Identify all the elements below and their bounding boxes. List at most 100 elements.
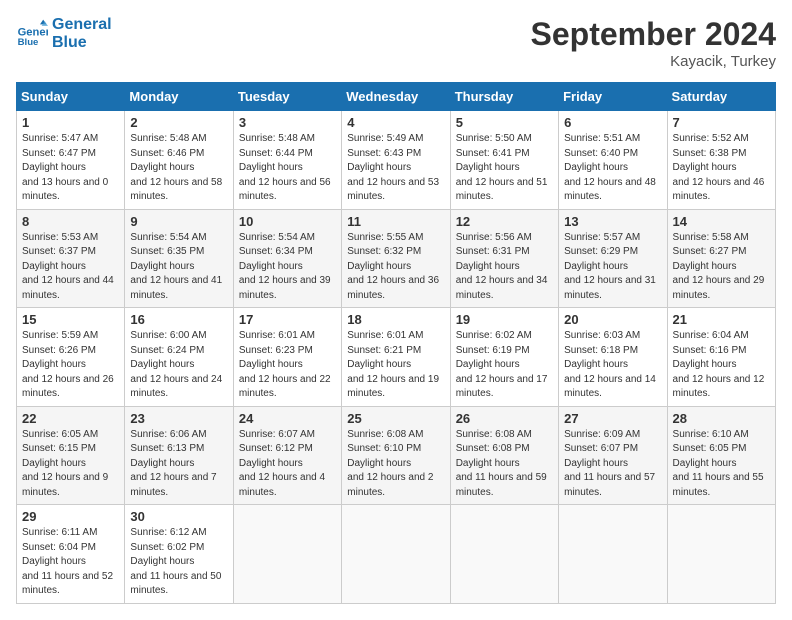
day-info: Sunrise: 6:09 AM Sunset: 6:07 PM Dayligh… bbox=[564, 428, 661, 501]
day-info: Sunrise: 6:00 AM Sunset: 6:24 PM Dayligh… bbox=[130, 329, 227, 402]
day-number: 30 bbox=[130, 509, 227, 524]
title-block: September 2024 Kayacik, Turkey bbox=[531, 16, 776, 70]
day-info: Sunrise: 5:48 AM Sunset: 6:46 PM Dayligh… bbox=[130, 132, 227, 205]
calendar-cell bbox=[559, 505, 667, 604]
day-number: 16 bbox=[130, 312, 227, 327]
day-info: Sunrise: 5:49 AM Sunset: 6:43 PM Dayligh… bbox=[347, 132, 444, 205]
calendar-cell: 25 Sunrise: 6:08 AM Sunset: 6:10 PM Dayl… bbox=[342, 406, 450, 505]
weekday-header-wednesday: Wednesday bbox=[342, 83, 450, 111]
day-number: 3 bbox=[239, 115, 336, 130]
day-number: 10 bbox=[239, 214, 336, 229]
day-number: 25 bbox=[347, 411, 444, 426]
day-number: 6 bbox=[564, 115, 661, 130]
calendar-cell: 22 Sunrise: 6:05 AM Sunset: 6:15 PM Dayl… bbox=[17, 406, 125, 505]
calendar-cell: 13 Sunrise: 5:57 AM Sunset: 6:29 PM Dayl… bbox=[559, 209, 667, 308]
day-number: 20 bbox=[564, 312, 661, 327]
day-number: 23 bbox=[130, 411, 227, 426]
day-number: 4 bbox=[347, 115, 444, 130]
calendar-week-row: 29 Sunrise: 6:11 AM Sunset: 6:04 PM Dayl… bbox=[17, 505, 776, 604]
day-info: Sunrise: 6:08 AM Sunset: 6:08 PM Dayligh… bbox=[456, 428, 553, 501]
calendar-cell: 11 Sunrise: 5:55 AM Sunset: 6:32 PM Dayl… bbox=[342, 209, 450, 308]
day-info: Sunrise: 6:06 AM Sunset: 6:13 PM Dayligh… bbox=[130, 428, 227, 501]
day-number: 18 bbox=[347, 312, 444, 327]
day-info: Sunrise: 6:05 AM Sunset: 6:15 PM Dayligh… bbox=[22, 428, 119, 501]
day-number: 5 bbox=[456, 115, 553, 130]
calendar-cell: 20 Sunrise: 6:03 AM Sunset: 6:18 PM Dayl… bbox=[559, 308, 667, 407]
day-info: Sunrise: 5:53 AM Sunset: 6:37 PM Dayligh… bbox=[22, 231, 119, 304]
day-info: Sunrise: 5:58 AM Sunset: 6:27 PM Dayligh… bbox=[673, 231, 770, 304]
calendar-week-row: 15 Sunrise: 5:59 AM Sunset: 6:26 PM Dayl… bbox=[17, 308, 776, 407]
calendar-cell: 3 Sunrise: 5:48 AM Sunset: 6:44 PM Dayli… bbox=[233, 111, 341, 210]
day-number: 11 bbox=[347, 214, 444, 229]
calendar-cell: 27 Sunrise: 6:09 AM Sunset: 6:07 PM Dayl… bbox=[559, 406, 667, 505]
calendar-week-row: 8 Sunrise: 5:53 AM Sunset: 6:37 PM Dayli… bbox=[17, 209, 776, 308]
day-number: 12 bbox=[456, 214, 553, 229]
logo: General Blue General Blue bbox=[16, 16, 112, 51]
day-info: Sunrise: 5:48 AM Sunset: 6:44 PM Dayligh… bbox=[239, 132, 336, 205]
day-number: 14 bbox=[673, 214, 770, 229]
day-info: Sunrise: 5:56 AM Sunset: 6:31 PM Dayligh… bbox=[456, 231, 553, 304]
day-info: Sunrise: 6:01 AM Sunset: 6:23 PM Dayligh… bbox=[239, 329, 336, 402]
day-info: Sunrise: 6:02 AM Sunset: 6:19 PM Dayligh… bbox=[456, 329, 553, 402]
day-number: 19 bbox=[456, 312, 553, 327]
weekday-header-monday: Monday bbox=[125, 83, 233, 111]
calendar-cell: 21 Sunrise: 6:04 AM Sunset: 6:16 PM Dayl… bbox=[667, 308, 775, 407]
day-number: 21 bbox=[673, 312, 770, 327]
day-info: Sunrise: 5:54 AM Sunset: 6:34 PM Dayligh… bbox=[239, 231, 336, 304]
weekday-header-saturday: Saturday bbox=[667, 83, 775, 111]
day-number: 17 bbox=[239, 312, 336, 327]
day-info: Sunrise: 6:04 AM Sunset: 6:16 PM Dayligh… bbox=[673, 329, 770, 402]
calendar-week-row: 1 Sunrise: 5:47 AM Sunset: 6:47 PM Dayli… bbox=[17, 111, 776, 210]
calendar-cell: 17 Sunrise: 6:01 AM Sunset: 6:23 PM Dayl… bbox=[233, 308, 341, 407]
calendar-table: SundayMondayTuesdayWednesdayThursdayFrid… bbox=[16, 82, 776, 604]
weekday-header-sunday: Sunday bbox=[17, 83, 125, 111]
calendar-cell: 28 Sunrise: 6:10 AM Sunset: 6:05 PM Dayl… bbox=[667, 406, 775, 505]
day-info: Sunrise: 5:57 AM Sunset: 6:29 PM Dayligh… bbox=[564, 231, 661, 304]
day-number: 8 bbox=[22, 214, 119, 229]
calendar-header-row: SundayMondayTuesdayWednesdayThursdayFrid… bbox=[17, 83, 776, 111]
day-number: 15 bbox=[22, 312, 119, 327]
day-number: 7 bbox=[673, 115, 770, 130]
calendar-cell bbox=[450, 505, 558, 604]
day-number: 29 bbox=[22, 509, 119, 524]
calendar-cell: 30 Sunrise: 6:12 AM Sunset: 6:02 PM Dayl… bbox=[125, 505, 233, 604]
calendar-cell bbox=[667, 505, 775, 604]
day-info: Sunrise: 5:47 AM Sunset: 6:47 PM Dayligh… bbox=[22, 132, 119, 205]
day-number: 13 bbox=[564, 214, 661, 229]
calendar-week-row: 22 Sunrise: 6:05 AM Sunset: 6:15 PM Dayl… bbox=[17, 406, 776, 505]
calendar-cell: 26 Sunrise: 6:08 AM Sunset: 6:08 PM Dayl… bbox=[450, 406, 558, 505]
calendar-cell: 23 Sunrise: 6:06 AM Sunset: 6:13 PM Dayl… bbox=[125, 406, 233, 505]
day-info: Sunrise: 5:59 AM Sunset: 6:26 PM Dayligh… bbox=[22, 329, 119, 402]
calendar-cell: 29 Sunrise: 6:11 AM Sunset: 6:04 PM Dayl… bbox=[17, 505, 125, 604]
calendar-cell: 4 Sunrise: 5:49 AM Sunset: 6:43 PM Dayli… bbox=[342, 111, 450, 210]
weekday-header-thursday: Thursday bbox=[450, 83, 558, 111]
day-info: Sunrise: 5:50 AM Sunset: 6:41 PM Dayligh… bbox=[456, 132, 553, 205]
logo-line1: General bbox=[52, 16, 112, 34]
logo-icon: General Blue bbox=[16, 18, 48, 50]
calendar-cell bbox=[233, 505, 341, 604]
calendar-cell: 5 Sunrise: 5:50 AM Sunset: 6:41 PM Dayli… bbox=[450, 111, 558, 210]
day-info: Sunrise: 6:12 AM Sunset: 6:02 PM Dayligh… bbox=[130, 526, 227, 599]
calendar-cell: 12 Sunrise: 5:56 AM Sunset: 6:31 PM Dayl… bbox=[450, 209, 558, 308]
day-number: 22 bbox=[22, 411, 119, 426]
calendar-cell: 7 Sunrise: 5:52 AM Sunset: 6:38 PM Dayli… bbox=[667, 111, 775, 210]
day-info: Sunrise: 6:08 AM Sunset: 6:10 PM Dayligh… bbox=[347, 428, 444, 501]
day-info: Sunrise: 5:52 AM Sunset: 6:38 PM Dayligh… bbox=[673, 132, 770, 205]
day-info: Sunrise: 6:03 AM Sunset: 6:18 PM Dayligh… bbox=[564, 329, 661, 402]
day-number: 1 bbox=[22, 115, 119, 130]
logo-line2: Blue bbox=[52, 34, 112, 52]
calendar-cell: 16 Sunrise: 6:00 AM Sunset: 6:24 PM Dayl… bbox=[125, 308, 233, 407]
day-number: 2 bbox=[130, 115, 227, 130]
calendar-cell: 18 Sunrise: 6:01 AM Sunset: 6:21 PM Dayl… bbox=[342, 308, 450, 407]
day-info: Sunrise: 5:51 AM Sunset: 6:40 PM Dayligh… bbox=[564, 132, 661, 205]
day-number: 26 bbox=[456, 411, 553, 426]
page-header: General Blue General Blue September 2024… bbox=[16, 16, 776, 70]
day-info: Sunrise: 6:07 AM Sunset: 6:12 PM Dayligh… bbox=[239, 428, 336, 501]
calendar-cell: 14 Sunrise: 5:58 AM Sunset: 6:27 PM Dayl… bbox=[667, 209, 775, 308]
day-info: Sunrise: 5:54 AM Sunset: 6:35 PM Dayligh… bbox=[130, 231, 227, 304]
calendar-cell: 24 Sunrise: 6:07 AM Sunset: 6:12 PM Dayl… bbox=[233, 406, 341, 505]
location-subtitle: Kayacik, Turkey bbox=[531, 53, 776, 70]
day-number: 28 bbox=[673, 411, 770, 426]
day-number: 27 bbox=[564, 411, 661, 426]
calendar-cell: 8 Sunrise: 5:53 AM Sunset: 6:37 PM Dayli… bbox=[17, 209, 125, 308]
